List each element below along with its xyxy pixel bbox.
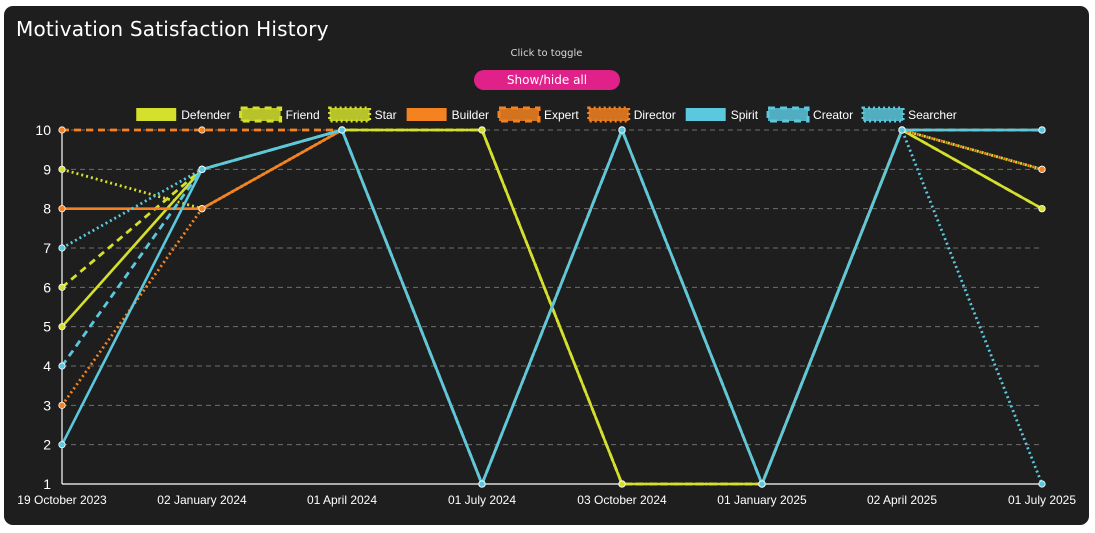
x-tick-label: 01 July 2024 (448, 493, 516, 507)
y-tick-label: 2 (43, 437, 51, 453)
legend-swatch (239, 106, 283, 123)
data-point[interactable] (58, 165, 66, 173)
legend-swatch (587, 106, 631, 123)
chart-card: Motivation Satisfaction History Click to… (4, 6, 1089, 525)
data-point[interactable] (58, 126, 66, 134)
series-spirit (58, 126, 1046, 488)
legend-label: Spirit (731, 108, 759, 122)
legend-label: Creator (813, 108, 853, 122)
data-point[interactable] (58, 283, 66, 291)
data-point[interactable] (478, 480, 486, 488)
legend-swatch (497, 106, 541, 123)
legend-item-builder[interactable]: Builder (406, 108, 489, 122)
x-tick-label: 01 January 2025 (717, 493, 807, 507)
series-line (60, 128, 1042, 486)
data-point[interactable] (58, 205, 66, 213)
data-point[interactable] (478, 126, 486, 134)
data-point[interactable] (198, 205, 206, 213)
legend-swatch (685, 108, 726, 121)
data-point[interactable] (1038, 126, 1046, 134)
data-point[interactable] (58, 362, 66, 370)
data-point[interactable] (338, 126, 346, 134)
legend-swatch (328, 106, 372, 123)
legend-label: Star (375, 108, 397, 122)
y-tick-label: 6 (43, 279, 51, 295)
x-tick-label: 02 April 2025 (867, 493, 937, 507)
x-tick-label: 03 October 2024 (577, 493, 667, 507)
data-point[interactable] (58, 441, 66, 449)
legend-swatch (861, 106, 905, 123)
y-tick-label: 3 (43, 397, 51, 413)
line-chart: 1 2 3 4 5 6 7 8 9 10 19 October 2023 02 January 202… (17, 106, 1076, 507)
data-point[interactable] (1038, 480, 1046, 488)
data-point[interactable] (58, 323, 66, 331)
legend-item-expert[interactable]: Expert (497, 106, 579, 123)
x-tick-label: 02 January 2024 (157, 493, 247, 507)
legend-swatch (136, 108, 177, 121)
y-tick-label: 7 (43, 240, 51, 256)
legend-item-creator[interactable]: Creator (766, 106, 853, 123)
legend-label: Defender (181, 108, 230, 122)
legend-label: Builder (452, 108, 489, 122)
data-point[interactable] (618, 480, 626, 488)
legend-item-defender[interactable]: Defender (136, 108, 231, 122)
x-tick-label: 01 July 2025 (1008, 493, 1076, 507)
data-point[interactable] (618, 126, 626, 134)
y-tick-label: 9 (43, 161, 51, 177)
data-point[interactable] (58, 401, 66, 409)
data-point[interactable] (198, 165, 206, 173)
y-tick-label: 4 (43, 358, 51, 374)
legend-label: Searcher (908, 108, 957, 122)
legend-item-star[interactable]: Star (328, 106, 397, 123)
x-tick-label: 19 October 2023 (17, 493, 107, 507)
y-tick-label: 8 (43, 201, 51, 217)
data-point[interactable] (898, 126, 906, 134)
data-point[interactable] (198, 126, 206, 134)
legend-label: Director (634, 108, 676, 122)
legend-label: Friend (286, 108, 320, 122)
x-tick-label: 01 April 2024 (307, 493, 377, 507)
y-tick-label: 1 (43, 476, 51, 492)
legend-item-friend[interactable]: Friend (239, 106, 320, 123)
legend-item-searcher[interactable]: Searcher (861, 106, 957, 123)
y-tick-label: 5 (43, 319, 51, 335)
legend-swatch (766, 106, 810, 123)
legend-swatch (406, 108, 447, 121)
legend-item-director[interactable]: Director (587, 106, 676, 123)
data-point[interactable] (58, 244, 66, 252)
legend-item-spirit[interactable]: Spirit (685, 108, 759, 122)
y-tick-label: 10 (35, 122, 51, 138)
data-point[interactable] (1038, 205, 1046, 213)
data-point[interactable] (758, 480, 766, 488)
data-point[interactable] (1038, 165, 1046, 173)
legend-label: Expert (544, 108, 579, 122)
